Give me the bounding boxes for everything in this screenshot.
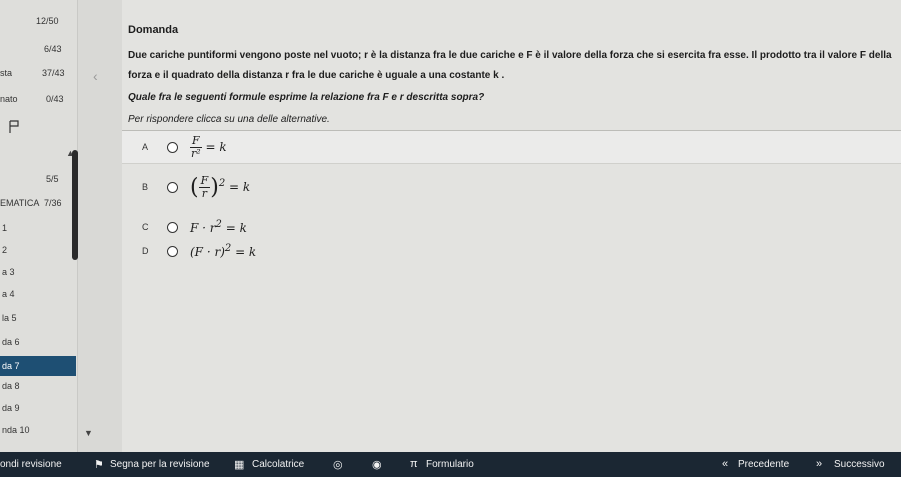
previous-icon: « [722, 458, 729, 470]
sidebar-scrollbar[interactable] [72, 150, 78, 260]
scroll-down-icon[interactable]: ▼ [84, 428, 93, 438]
question-item-8[interactable]: da 8 [0, 376, 76, 396]
question-text: Due cariche puntiformi vengono poste nel… [128, 50, 892, 81]
choice-d[interactable]: D (F · r)2 = k [122, 234, 901, 268]
bottom-toolbar: ondi revisione ⚑ Segna per la revisione … [0, 452, 901, 477]
stat-third: 37/43 [42, 68, 65, 78]
choice-formula: (F · r)2 = k [190, 243, 257, 259]
question-ask: Quale fra le seguenti formule esprime la… [128, 92, 485, 103]
stat-second: 6/43 [44, 44, 62, 54]
section-name[interactable]: EMATICA [0, 198, 39, 208]
radio-button[interactable] [167, 221, 178, 233]
flag-icon[interactable] [8, 120, 20, 134]
next-button[interactable]: Successivo [834, 459, 885, 470]
choice-formula: Fr² = k [190, 133, 227, 160]
question-navigator: 12/50 6/43 sta 37/43 nato 0/43 ▲ 5/5 EMA… [0, 0, 78, 452]
clock-icon[interactable]: ◉ [372, 458, 382, 471]
radio-button[interactable] [167, 245, 178, 257]
question-item-2[interactable]: 2 [0, 240, 76, 260]
choice-letter: C [142, 222, 149, 232]
radio-button[interactable] [167, 181, 178, 193]
mark-review-button[interactable]: Segna per la revisione [110, 459, 210, 470]
stat-label-third: sta [0, 68, 13, 78]
question-item-6[interactable]: da 6 [0, 332, 76, 352]
choice-a[interactable]: A Fr² = k [122, 130, 901, 164]
question-item-3[interactable]: a 3 [0, 262, 76, 282]
review-list-button[interactable]: ondi revisione [0, 459, 62, 470]
question-item-10[interactable]: nda 10 [0, 420, 76, 440]
choice-letter: B [142, 182, 149, 192]
section-progress: 7/36 [44, 198, 62, 208]
choice-formula: F · r2 = k [190, 219, 247, 235]
calculator-button[interactable]: Calcolatrice [252, 459, 304, 470]
flag-icon: ⚑ [94, 459, 104, 471]
question-item-4[interactable]: a 4 [0, 284, 76, 304]
stat-label-fourth: nato [0, 94, 18, 104]
question-title: Domanda [128, 24, 179, 36]
timer-icon[interactable]: ◎ [333, 458, 343, 471]
choice-letter: D [142, 246, 149, 256]
question-item-1[interactable]: 1 [0, 218, 76, 238]
pi-icon: π [410, 458, 418, 470]
stat-answered: 12/50 [36, 16, 59, 26]
question-panel: Domanda Due cariche puntiformi vengono p… [122, 0, 901, 452]
stat-fourth: 0/43 [46, 94, 64, 104]
choice-letter: A [142, 142, 149, 152]
section-count: 5/5 [46, 174, 59, 184]
question-item-5[interactable]: la 5 [0, 308, 76, 328]
question-instruction: Per rispondere clicca su una delle alter… [128, 114, 330, 125]
chevron-left-icon[interactable]: ‹ [93, 68, 98, 84]
question-item-7[interactable]: da 7 [0, 356, 76, 376]
radio-button[interactable] [167, 141, 178, 153]
question-item-9[interactable]: da 9 [0, 398, 76, 418]
choice-b[interactable]: B (Fr)2 = k [122, 170, 901, 204]
next-icon: » [816, 458, 823, 470]
choice-formula: (Fr)2 = k [190, 173, 251, 200]
calculator-icon: ▦ [234, 459, 245, 471]
formulary-button[interactable]: Formulario [426, 459, 474, 470]
previous-button[interactable]: Precedente [738, 459, 789, 470]
